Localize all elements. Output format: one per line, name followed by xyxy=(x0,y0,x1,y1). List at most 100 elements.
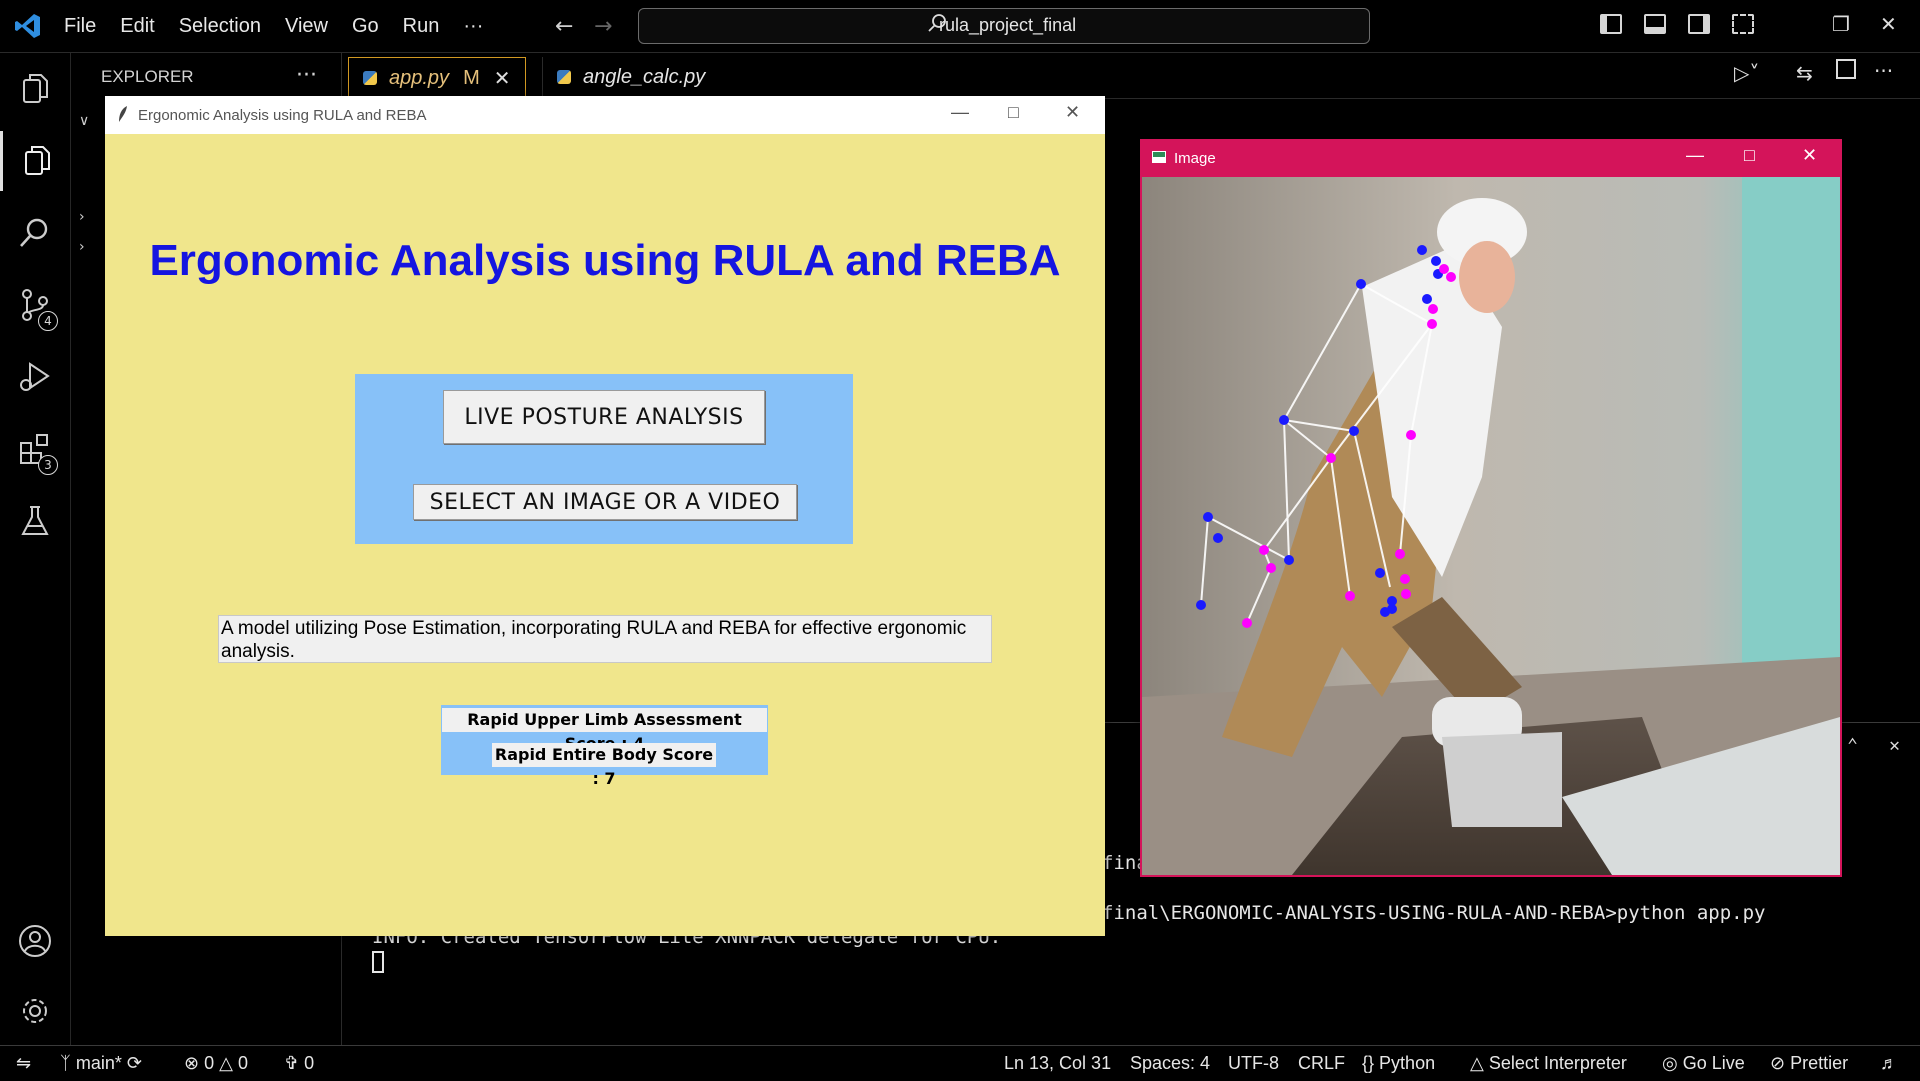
cursor-position[interactable]: Ln 13, Col 31 xyxy=(1004,1053,1111,1074)
go-live[interactable]: ◎ Go Live xyxy=(1662,1053,1745,1074)
vscode-logo-icon xyxy=(15,14,40,38)
search-icon xyxy=(20,218,48,247)
broadcast-icon: ◎ xyxy=(1662,1053,1678,1073)
language-label: Python xyxy=(1379,1053,1436,1073)
prettier[interactable]: ⊘ Prettier xyxy=(1770,1053,1848,1074)
go-live-label: Go Live xyxy=(1682,1053,1745,1073)
ports-count: 0 xyxy=(304,1053,315,1073)
compare-changes-icon[interactable]: ⇆ xyxy=(1796,61,1813,85)
explorer-more-actions[interactable]: ··· xyxy=(296,63,317,88)
close-window-icon[interactable]: ✕ xyxy=(1880,12,1897,36)
menu-selection[interactable]: Selection xyxy=(179,15,261,38)
app-window-titlebar[interactable]: Ergonomic Analysis using RULA and REBA —… xyxy=(105,96,1105,134)
chevron-right-icon[interactable]: › xyxy=(79,239,85,255)
files-icon xyxy=(23,74,48,103)
close-icon[interactable]: ✕ xyxy=(494,66,511,91)
run-debug-activity[interactable] xyxy=(0,347,70,407)
accounts-activity[interactable] xyxy=(0,911,70,971)
editor-more-actions-icon[interactable]: ··· xyxy=(1874,59,1893,83)
end-of-line[interactable]: CRLF xyxy=(1298,1053,1345,1074)
encoding[interactable]: UTF-8 xyxy=(1228,1053,1279,1074)
select-interpreter[interactable]: △ Select Interpreter xyxy=(1470,1053,1627,1074)
chevron-right-icon[interactable]: › xyxy=(79,209,85,225)
status-bar: ⇋ ᛉ main* ⟳ ⊗ 0 △ 0 ✞ 0 Ln 13, Col 31 Sp… xyxy=(0,1045,1920,1081)
toggle-primary-sidebar-icon[interactable] xyxy=(1600,14,1622,34)
close-icon[interactable]: ✕ xyxy=(1802,145,1817,166)
python-file-icon xyxy=(557,70,571,84)
flask-icon xyxy=(21,506,49,535)
tab-angle-calc-py[interactable]: angle_calc.py xyxy=(542,57,719,97)
command-center-search[interactable]: rula_project_final xyxy=(638,8,1370,44)
ergonomic-app-window: Ergonomic Analysis using RULA and REBA —… xyxy=(105,96,1105,936)
manage-activity[interactable] xyxy=(0,981,70,1041)
prettier-icon: ⊘ xyxy=(1770,1053,1786,1073)
problems-indicator[interactable]: ⊗ 0 △ 0 xyxy=(184,1053,248,1074)
app-heading: Ergonomic Analysis using RULA and REBA xyxy=(149,236,1061,285)
run-python-file-icon[interactable]: ▷˅ xyxy=(1734,61,1759,85)
git-branch[interactable]: ᛉ main* ⟳ xyxy=(60,1053,142,1074)
image-window-title: Image xyxy=(1174,150,1216,167)
explorer-activity-active[interactable] xyxy=(0,131,70,191)
image-window: Image — □ ✕ xyxy=(1140,139,1842,877)
ports-indicator[interactable]: ✞ 0 xyxy=(284,1053,314,1074)
action-panel: LIVE POSTURE ANALYSIS SELECT AN IMAGE OR… xyxy=(355,374,853,544)
warning-icon: △ xyxy=(1470,1053,1484,1073)
maximize-icon[interactable]: □ xyxy=(1744,145,1755,166)
error-count: 0 xyxy=(204,1053,215,1073)
remote-indicator-icon[interactable]: ⇋ xyxy=(16,1053,31,1074)
minimize-icon[interactable]: — xyxy=(951,102,969,123)
split-editor-icon[interactable] xyxy=(1836,59,1856,79)
minimize-icon[interactable]: — xyxy=(1686,145,1704,166)
close-icon[interactable]: ✕ xyxy=(1065,102,1080,123)
indentation[interactable]: Spaces: 4 xyxy=(1130,1053,1210,1074)
warning-count: 0 xyxy=(238,1053,249,1073)
interpreter-label: Select Interpreter xyxy=(1488,1053,1627,1073)
tab-app-py[interactable]: app.py M ✕ xyxy=(348,57,526,98)
run-debug-icon xyxy=(20,362,50,391)
source-control-activity[interactable]: 4 xyxy=(0,275,70,335)
menu-go[interactable]: Go xyxy=(352,15,379,38)
tab-label: angle_calc.py xyxy=(583,65,706,88)
reba-score-label: Rapid Entire Body Score : 7 xyxy=(492,743,716,788)
editor-tab-bar: app.py M ✕ angle_calc.py ▷˅ ⇆ ··· xyxy=(342,53,1920,99)
modified-indicator: M xyxy=(463,66,480,89)
bell-icon[interactable]: ♬ xyxy=(1880,1053,1898,1074)
menu-file[interactable]: File xyxy=(64,15,96,38)
account-icon xyxy=(19,925,51,957)
toggle-secondary-sidebar-icon[interactable] xyxy=(1688,14,1710,34)
sync-icon[interactable]: ⟳ xyxy=(127,1053,142,1073)
menu-more[interactable]: ··· xyxy=(463,15,483,38)
branch-name: main* xyxy=(75,1053,122,1073)
score-panel: Rapid Upper Limb Assessment Score : 4 Ra… xyxy=(441,705,768,788)
live-posture-analysis-button[interactable]: LIVE POSTURE ANALYSIS xyxy=(443,390,765,444)
pose-estimation-image xyxy=(1142,177,1840,875)
close-panel-icon[interactable]: ✕ xyxy=(1889,735,1900,756)
restore-window-icon[interactable]: ❐ xyxy=(1832,12,1850,36)
image-window-icon xyxy=(1152,151,1166,163)
back-arrow-icon[interactable]: ← xyxy=(555,14,573,39)
source-control-badge: 4 xyxy=(38,311,58,331)
error-icon: ⊗ xyxy=(184,1053,200,1073)
image-window-titlebar[interactable]: Image — □ ✕ xyxy=(1140,139,1842,177)
maximize-icon[interactable]: □ xyxy=(1008,102,1019,123)
chevron-down-icon[interactable]: ∨ xyxy=(79,113,89,129)
menu-edit[interactable]: Edit xyxy=(120,15,154,38)
select-image-video-button[interactable]: SELECT AN IMAGE OR A VIDEO xyxy=(413,484,797,520)
menu-bar: File Edit Selection View Go Run ··· xyxy=(64,0,507,52)
customize-layout-icon[interactable] xyxy=(1732,14,1754,34)
terminal-line: final\ERGONOMIC-ANALYSIS-USING-RULA-AND-… xyxy=(1102,902,1766,924)
files-icon xyxy=(24,146,50,175)
menu-run[interactable]: Run xyxy=(403,15,440,38)
maximize-panel-icon[interactable]: ⌃ xyxy=(1847,735,1858,756)
layout-controls xyxy=(1600,14,1754,34)
language-mode[interactable]: {} Python xyxy=(1362,1053,1435,1074)
title-bar: File Edit Selection View Go Run ··· ← → … xyxy=(0,0,1920,53)
extensions-activity[interactable]: 3 xyxy=(0,419,70,479)
menu-view[interactable]: View xyxy=(285,15,328,38)
toggle-panel-icon[interactable] xyxy=(1644,14,1666,34)
testing-activity[interactable] xyxy=(0,491,70,551)
feather-icon xyxy=(119,106,127,122)
search-activity[interactable] xyxy=(0,203,70,263)
explorer-activity[interactable] xyxy=(0,59,70,119)
forward-arrow-icon[interactable]: → xyxy=(594,14,612,39)
